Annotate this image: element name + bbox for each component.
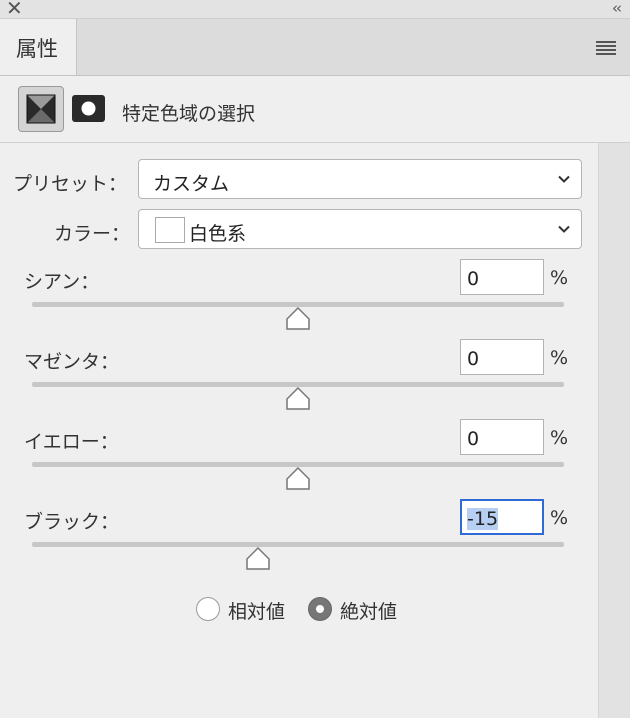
colors-value: 白色系	[189, 223, 247, 245]
layer-mask-icon[interactable]	[72, 95, 105, 122]
cyan-value-input[interactable]: 0	[460, 259, 544, 295]
cyan-slider-thumb[interactable]	[285, 307, 311, 331]
yellow-slider-thumb[interactable]	[285, 467, 311, 491]
yellow-percent-unit: %	[550, 427, 569, 449]
preset-value: カスタム	[153, 173, 230, 195]
black-slider-thumb[interactable]	[245, 547, 271, 571]
black-label: ブラック：	[24, 511, 120, 533]
black-value-input[interactable]: -15	[460, 499, 544, 535]
properties-header: 特定色域の選択	[0, 76, 630, 143]
selective-color-adjustment-icon[interactable]	[18, 86, 64, 132]
magenta-value: 0	[467, 348, 480, 370]
panel-menu-icon[interactable]	[596, 41, 616, 55]
relative-radio[interactable]	[196, 597, 220, 621]
close-icon[interactable]: ✕	[6, 0, 23, 19]
chevron-down-icon	[558, 175, 570, 183]
panel-tab-bar: 属性	[0, 19, 630, 76]
panel-title-bar: ✕ ‹‹	[0, 0, 630, 19]
absolute-label[interactable]: 絶対値	[340, 597, 397, 624]
magenta-value-input[interactable]: 0	[460, 339, 544, 375]
yellow-label: イエロー：	[24, 431, 119, 453]
magenta-slider-thumb[interactable]	[285, 387, 311, 411]
cyan-label: シアン：	[24, 271, 100, 293]
cyan-value: 0	[467, 268, 480, 290]
preset-label: プリセット：	[13, 173, 128, 195]
adjustment-title: 特定色域の選択	[122, 103, 256, 125]
yellow-value: 0	[467, 428, 480, 450]
black-percent-unit: %	[550, 507, 569, 529]
scrollbar-track[interactable]	[598, 143, 630, 718]
tab-properties-label: 属性	[16, 37, 58, 61]
absolute-radio[interactable]	[308, 597, 332, 621]
color-swatch	[155, 217, 185, 243]
cyan-percent-unit: %	[550, 267, 569, 289]
tab-properties[interactable]: 属性	[0, 19, 77, 75]
black-slider-track[interactable]	[32, 542, 564, 547]
chevron-down-icon	[558, 225, 570, 233]
yellow-value-input[interactable]: 0	[460, 419, 544, 455]
black-value: -15	[467, 508, 499, 530]
double-chevron-left-icon[interactable]: ‹‹	[612, 0, 622, 18]
relative-label[interactable]: 相対値	[228, 597, 285, 624]
magenta-percent-unit: %	[550, 347, 569, 369]
preset-select[interactable]: カスタム	[138, 159, 582, 199]
colors-label: カラー：	[54, 223, 131, 245]
magenta-label: マゼンタ：	[24, 351, 120, 373]
colors-select[interactable]: 白色系	[138, 209, 582, 249]
